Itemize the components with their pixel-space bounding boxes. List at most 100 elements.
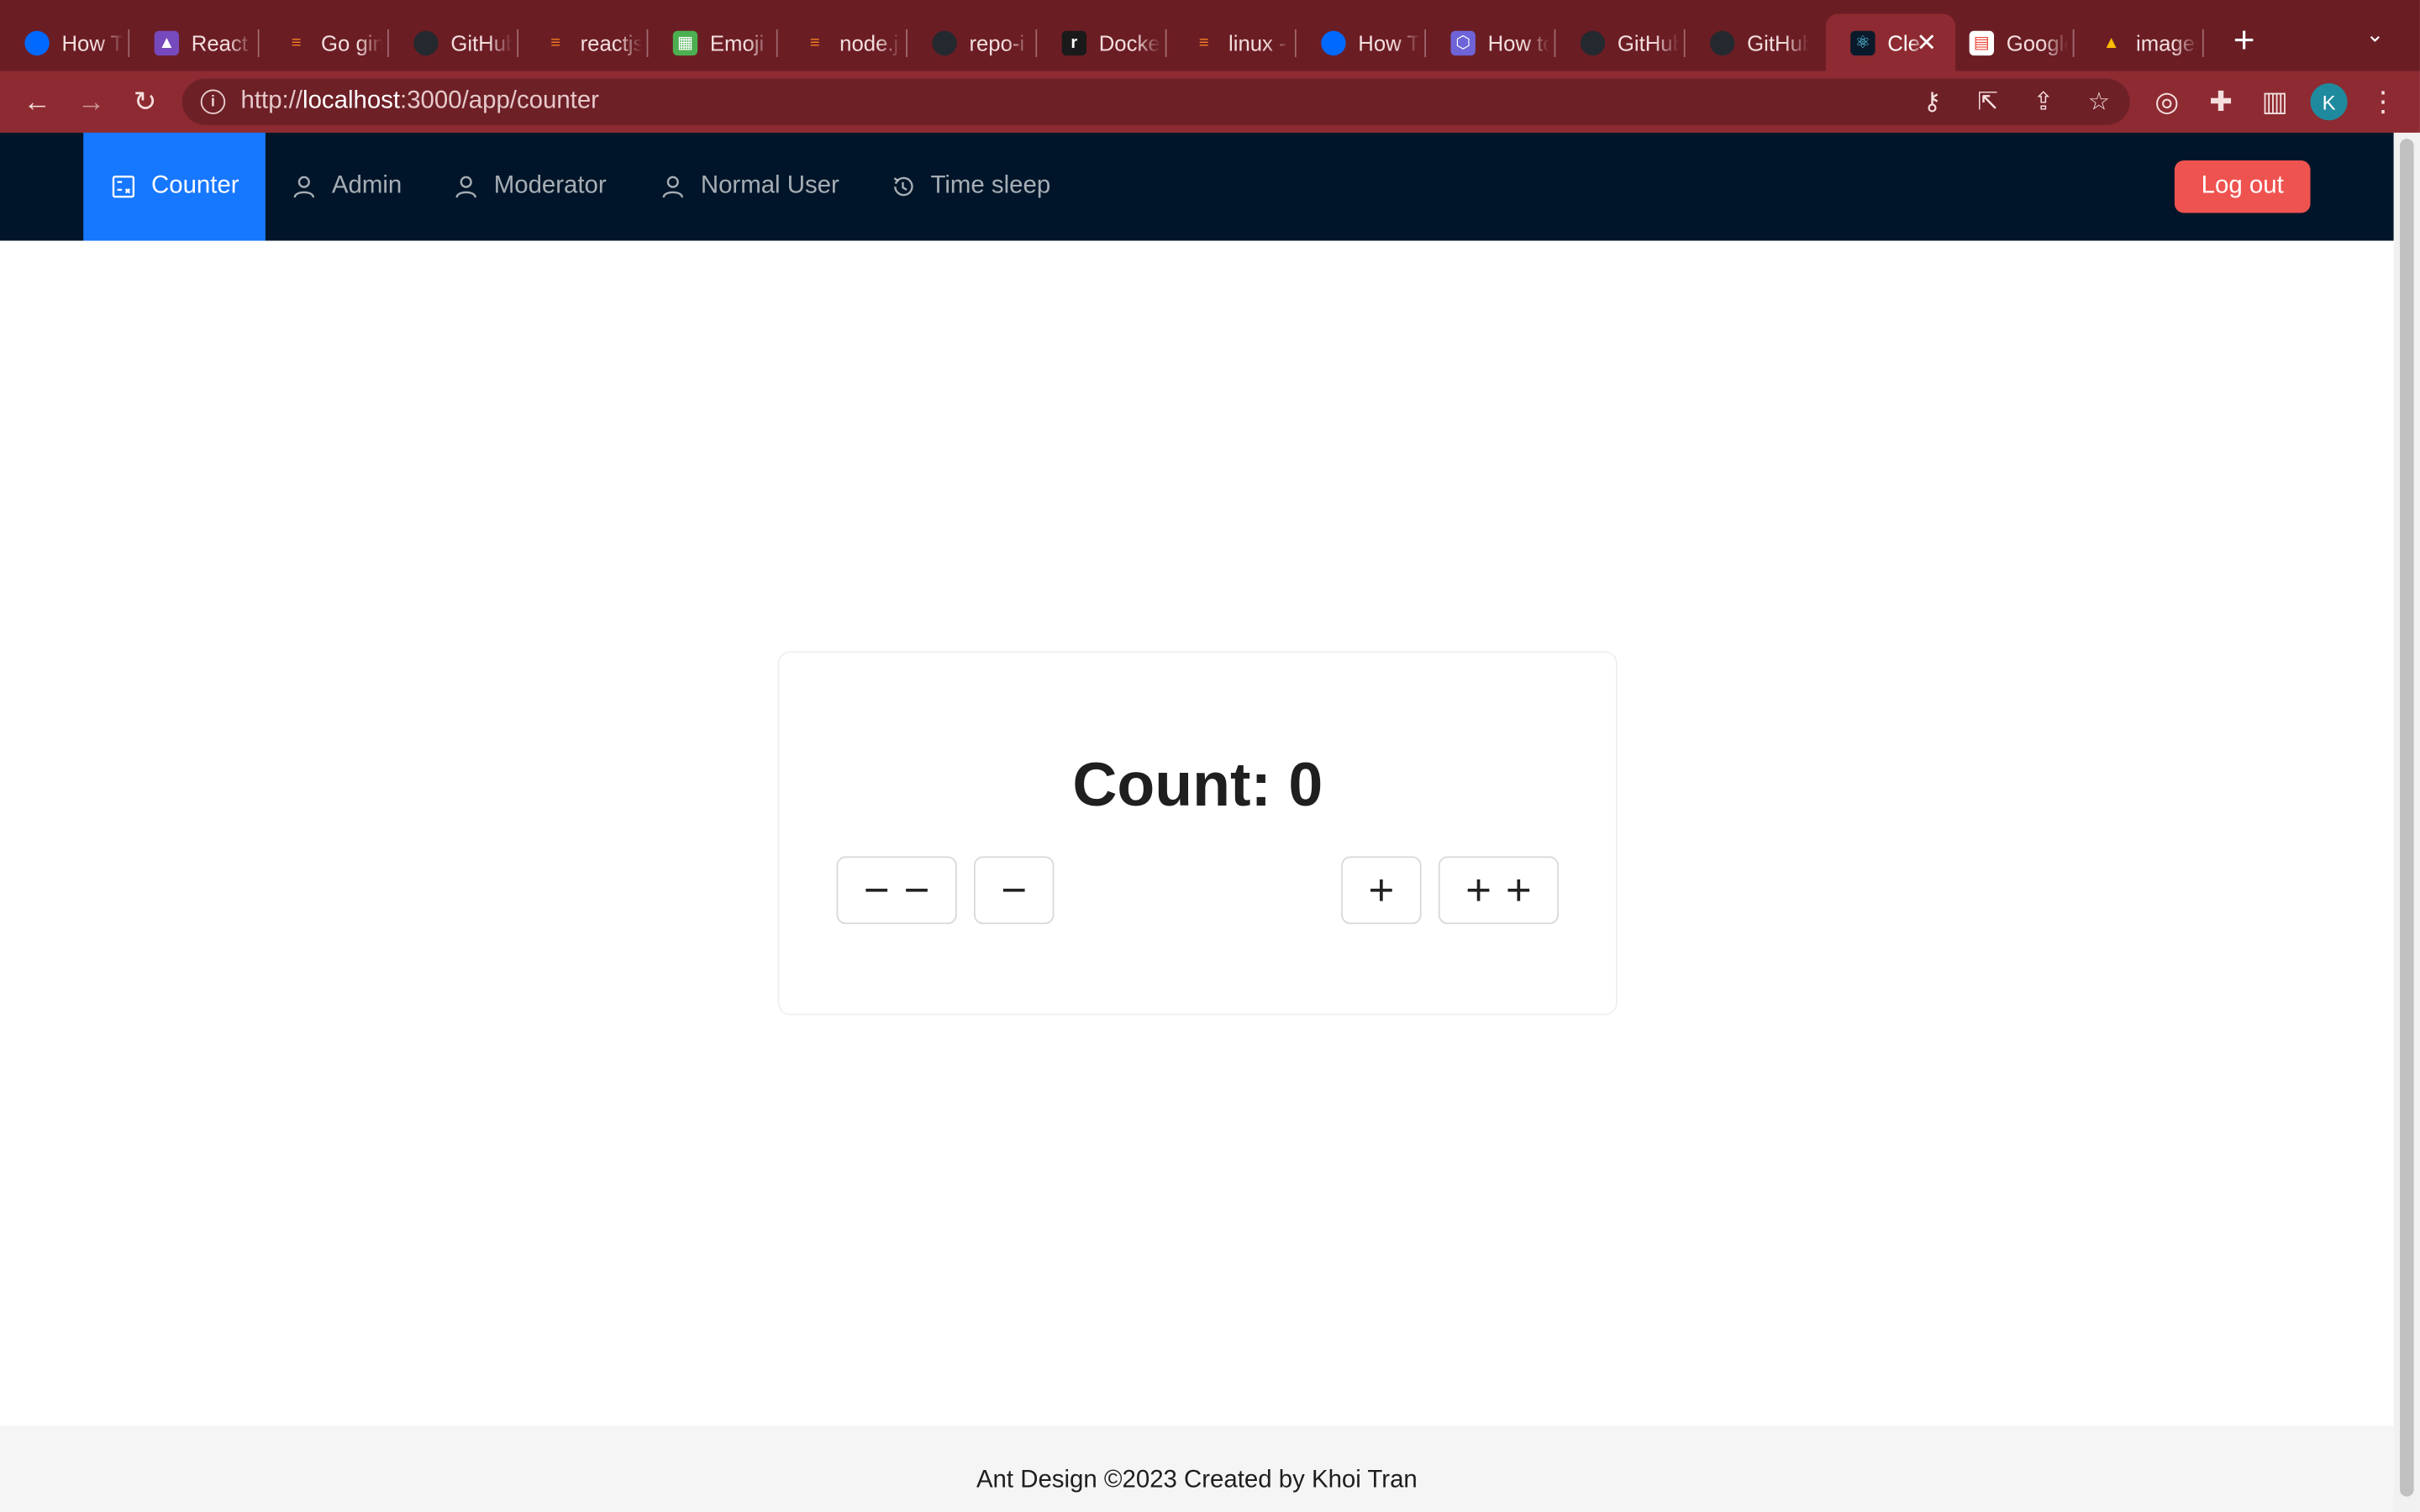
open-external-icon[interactable]: ⇱ <box>1970 83 2007 120</box>
minus-icon <box>1002 879 1025 901</box>
github-icon <box>413 29 439 55</box>
app-header: Counter Admin Moderator Normal User Time… <box>0 132 2394 241</box>
info-icon[interactable]: i <box>200 89 226 114</box>
double-decrement-button[interactable] <box>836 856 957 925</box>
browser-tab[interactable]: GitHub <box>1555 14 1686 71</box>
docker-r-icon: r <box>1061 29 1087 55</box>
user-icon <box>455 176 476 198</box>
close-tab-icon[interactable]: ✕ <box>1916 28 1937 59</box>
logout-button[interactable]: Log out <box>2174 160 2311 213</box>
vertical-scrollbar[interactable] <box>2393 132 2420 1512</box>
plus-icon <box>1370 879 1392 901</box>
browser-tab[interactable]: GitHub <box>389 14 519 71</box>
browser-tab[interactable]: r Docker <box>1037 14 1167 71</box>
tab-title: node.js <box>839 29 901 55</box>
browser-tab[interactable]: ▲ images <box>2075 14 2204 71</box>
kebab-menu-icon[interactable]: ⋮ <box>2365 83 2402 120</box>
stackoverflow-icon: ≡ <box>291 33 302 52</box>
side-panel-icon[interactable]: ▥ <box>2256 83 2293 120</box>
user-icon <box>662 176 684 198</box>
github-icon <box>932 29 957 55</box>
url-text[interactable]: http://localhost:3000/app/counter <box>241 88 599 116</box>
browser-tab[interactable]: repo-i <box>908 14 1038 71</box>
browser-tab[interactable]: ▤ Google <box>1944 14 2075 71</box>
browser-tab[interactable]: How To <box>0 14 130 71</box>
tab-title: Docker <box>1098 29 1161 55</box>
nav-label: Counter <box>150 172 239 199</box>
nav-label: Normal User <box>700 172 839 199</box>
nav-item-moderator[interactable]: Moderator <box>454 133 607 241</box>
tab-title: images <box>2135 29 2197 55</box>
nav-item-admin[interactable]: Admin <box>292 133 402 241</box>
browser-tab[interactable]: ⬡ How to <box>1426 14 1556 71</box>
new-tab-icon[interactable]: + <box>2233 20 2255 63</box>
address-bar[interactable]: i http://localhost:3000/app/counter ⚷ ⇱ … <box>182 78 2130 125</box>
browser-tab[interactable]: ▦ Emoji <box>648 14 778 71</box>
tab-title: linux - <box>1228 29 1286 55</box>
back-arrow-icon[interactable]: ← <box>18 83 55 120</box>
react-icon: ⚛ <box>1850 29 1876 55</box>
tab-title: How To <box>61 29 123 55</box>
minus-icon <box>906 879 928 901</box>
tab-title: GitHub <box>1747 29 1809 55</box>
browser-tab[interactable]: ≡ Go gin <box>260 14 389 71</box>
decrement-button[interactable] <box>973 856 1055 925</box>
page-footer: Ant Design ©2023 Created by Khoi Tran <box>0 1425 2394 1512</box>
digitalocean-icon <box>24 29 50 55</box>
extension-glasses-icon[interactable]: ◎ <box>2149 83 2186 120</box>
tab-title: Google <box>2006 29 2068 55</box>
forward-arrow-icon[interactable]: → <box>72 83 109 120</box>
nav-item-counter[interactable]: Counter <box>83 132 266 241</box>
tab-title: How to <box>1487 29 1550 55</box>
nav-item-normal-user[interactable]: Normal User <box>660 133 839 241</box>
tab-title: Go gin <box>321 29 383 55</box>
minus-icon <box>865 879 888 901</box>
tab-title: GitHub <box>1617 29 1680 55</box>
github-icon <box>1580 29 1606 55</box>
browser-toolbar: ← → ↻ i http://localhost:3000/app/counte… <box>0 71 2420 133</box>
nav-label: Time sleep <box>930 172 1051 199</box>
browser-tabstrip: How To ▲ React ≡ Go gin GitHub ≡ reactjs… <box>0 0 2420 71</box>
tab-title: GitHub <box>450 29 513 55</box>
share-icon[interactable]: ⇪ <box>2025 83 2062 120</box>
browser-tab[interactable]: GitHub <box>1686 14 1815 71</box>
nav-label: Moderator <box>493 172 607 199</box>
reload-icon[interactable]: ↻ <box>127 83 164 120</box>
nav-label: Admin <box>331 172 402 199</box>
browser-tab[interactable]: ≡ node.js <box>778 14 908 71</box>
browser-tab[interactable]: ▲ React <box>129 14 260 71</box>
tab-title: Emoji <box>709 29 765 55</box>
user-icon <box>293 176 315 198</box>
chevron-down-icon[interactable]: ⌄ <box>2366 22 2385 48</box>
profile-avatar[interactable]: K <box>2310 83 2348 121</box>
github-icon <box>1710 29 1735 55</box>
nav-item-time-sleep[interactable]: Time sleep <box>891 133 1050 241</box>
browser-tab[interactable]: ≡ linux - <box>1167 14 1297 71</box>
stackoverflow-icon: ≡ <box>550 33 561 52</box>
count-display: Count: 0 <box>1072 751 1323 820</box>
double-increment-button[interactable] <box>1438 856 1560 925</box>
key-icon[interactable]: ⚷ <box>1914 83 1951 120</box>
stackoverflow-icon: ≡ <box>1198 33 1209 52</box>
google-drive-icon: ▲ <box>2102 33 2120 52</box>
google-icon: ▤ <box>1969 29 1995 55</box>
emoji-icon: ▦ <box>672 29 698 55</box>
browser-tab[interactable]: ≡ reactjs <box>518 14 649 71</box>
tab-title: How To <box>1358 29 1419 55</box>
puzzle-icon[interactable]: ✚ <box>2202 83 2239 120</box>
browser-tab-active[interactable]: ⚛ Cle ✕ <box>1825 13 1956 71</box>
plus-icon <box>1507 879 1530 901</box>
history-icon <box>893 176 913 197</box>
tab-title: React <box>191 29 248 55</box>
digitalocean-icon <box>1321 29 1346 55</box>
browser-tab[interactable]: How To <box>1297 14 1427 71</box>
increment-button[interactable] <box>1341 856 1422 925</box>
tab-title: reactjs <box>580 29 643 55</box>
tab-title: repo-i <box>969 29 1025 55</box>
screen: How To ▲ React ≡ Go gin GitHub ≡ reactjs… <box>0 0 2420 1512</box>
star-icon[interactable]: ☆ <box>2081 83 2118 120</box>
calculator-icon <box>112 176 135 198</box>
plus-icon <box>1467 879 1490 901</box>
counter-card: Count: 0 <box>777 651 1618 1016</box>
scrollbar-thumb[interactable] <box>2400 139 2414 1497</box>
